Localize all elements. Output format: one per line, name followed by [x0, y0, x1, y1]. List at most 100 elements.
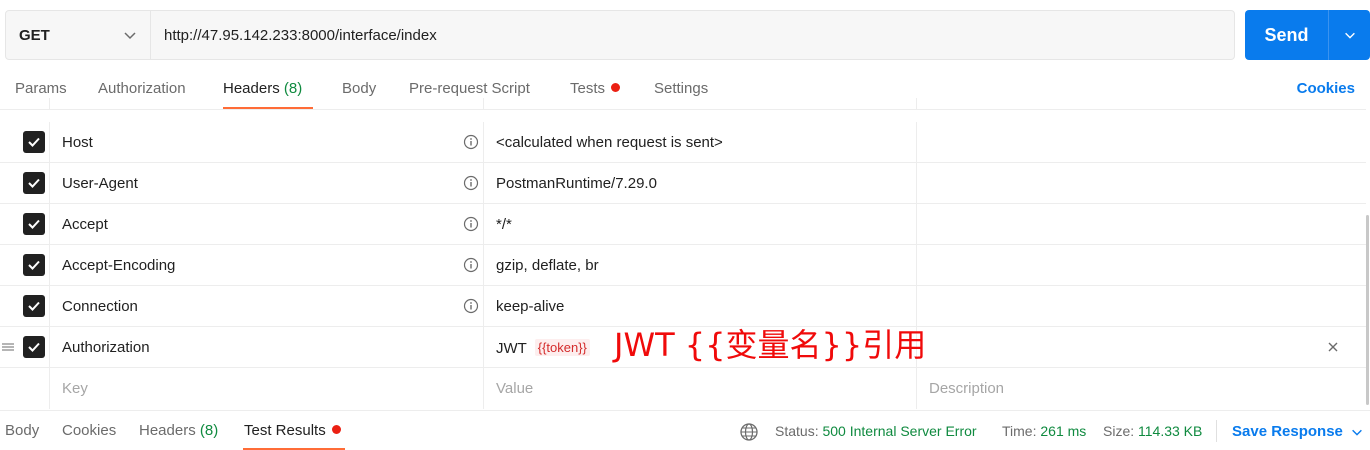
value-placeholder: Value	[496, 380, 534, 397]
description-cell[interactable]	[917, 163, 1366, 203]
response-tab-body[interactable]: Body	[5, 422, 39, 439]
close-icon[interactable]	[1326, 340, 1340, 354]
check-cell	[0, 204, 50, 244]
check-cell	[0, 245, 50, 285]
response-tab-headers-label: Headers	[139, 422, 196, 439]
table-row: Connection keep-alive	[0, 286, 1366, 327]
size-value[interactable]: 114.33 KB	[1138, 423, 1202, 439]
info-icon[interactable]	[463, 298, 479, 314]
tab-body[interactable]: Body	[342, 80, 376, 97]
key-cell	[50, 98, 484, 109]
tab-headers[interactable]: Headers (8)	[223, 80, 302, 97]
drag-handle-icon[interactable]	[1, 340, 15, 354]
scrollbar[interactable]	[1366, 215, 1369, 405]
key-cell[interactable]: Connection	[50, 286, 484, 326]
globe-icon[interactable]	[739, 422, 759, 442]
info-icon[interactable]	[463, 216, 479, 232]
method-label: GET	[19, 26, 50, 44]
response-bar: Body Cookies Headers (8) Test Results St…	[0, 410, 1370, 450]
checkmark-icon	[28, 219, 40, 229]
headers-table: Host <calculated when request is sent> U…	[0, 98, 1366, 410]
check-cell	[0, 286, 50, 326]
row-checkbox[interactable]	[23, 336, 45, 358]
tab-tests-label: Tests	[570, 80, 606, 97]
info-icon[interactable]	[463, 134, 479, 150]
key-cell[interactable]: Accept	[50, 204, 484, 244]
header-value: gzip, deflate, br	[496, 257, 599, 274]
checkmark-icon	[28, 301, 40, 311]
description-cell[interactable]	[917, 245, 1366, 285]
status-label: Status:	[775, 423, 819, 439]
header-value: keep-alive	[496, 298, 565, 315]
description-cell[interactable]	[917, 204, 1366, 244]
response-tab-headers[interactable]: Headers (8)	[139, 422, 218, 439]
header-key: Host	[62, 134, 93, 151]
value-cell[interactable]: */*	[484, 204, 917, 244]
response-tab-test-results[interactable]: Test Results	[244, 422, 341, 439]
header-value: JWT {{token}}	[496, 339, 590, 357]
url-input[interactable]: http://47.95.142.233:8000/interface/inde…	[151, 11, 1234, 59]
save-response-button[interactable]: Save Response	[1232, 423, 1343, 440]
info-icon[interactable]	[463, 257, 479, 273]
chevron-down-icon	[1344, 32, 1355, 39]
divider	[1216, 420, 1217, 442]
header-key: Authorization	[62, 339, 150, 356]
key-cell[interactable]: Accept-Encoding	[50, 245, 484, 285]
value-cell[interactable]: Value	[484, 368, 917, 409]
tab-tests[interactable]: Tests	[570, 80, 621, 97]
tab-params[interactable]: Params	[15, 80, 67, 97]
key-cell[interactable]: Authorization	[50, 327, 484, 367]
time-value[interactable]: 261 ms	[1040, 423, 1086, 439]
description-placeholder: Description	[929, 380, 1005, 397]
send-button[interactable]: Send	[1245, 10, 1329, 60]
key-cell[interactable]: Key	[50, 368, 484, 409]
header-value: <calculated when request is sent>	[496, 134, 723, 151]
value-cell[interactable]: gzip, deflate, br	[484, 245, 917, 285]
status-value[interactable]: 500 Internal Server Error	[822, 423, 976, 439]
description-cell[interactable]	[917, 327, 1366, 367]
description-cell[interactable]	[917, 286, 1366, 326]
key-placeholder: Key	[62, 380, 88, 397]
response-tab-cookies[interactable]: Cookies	[62, 422, 116, 439]
value-cell[interactable]: PostmanRuntime/7.29.0	[484, 163, 917, 203]
tab-authorization[interactable]: Authorization	[98, 80, 186, 97]
send-options-button[interactable]	[1329, 10, 1370, 60]
check-cell	[0, 122, 50, 162]
tab-headers-label: Headers	[223, 80, 280, 97]
value-cell[interactable]: <calculated when request is sent>	[484, 122, 917, 162]
row-checkbox[interactable]	[23, 295, 45, 317]
description-cell[interactable]	[917, 122, 1366, 162]
checkmark-icon	[28, 178, 40, 188]
chevron-down-icon	[124, 32, 136, 40]
response-tab-test-results-label: Test Results	[244, 422, 326, 439]
url-text: http://47.95.142.233:8000/interface/inde…	[164, 26, 437, 44]
cookies-link[interactable]: Cookies	[1297, 80, 1355, 97]
new-header-row: Key Value Description	[0, 368, 1366, 409]
tab-pre-request-script[interactable]: Pre-request Script	[409, 80, 530, 97]
row-checkbox[interactable]	[23, 131, 45, 153]
value-cell[interactable]: keep-alive	[484, 286, 917, 326]
table-row: Accept-Encoding gzip, deflate, br	[0, 245, 1366, 286]
header-key: Accept-Encoding	[62, 257, 176, 274]
table-row: Accept */*	[0, 204, 1366, 245]
method-select[interactable]: GET	[6, 11, 151, 59]
header-key: Connection	[62, 298, 138, 315]
variable-token[interactable]: {{token}}	[534, 339, 590, 356]
info-icon[interactable]	[463, 175, 479, 191]
table-row-partial	[0, 98, 1366, 110]
header-value-prefix: JWT	[496, 340, 527, 357]
chevron-down-icon[interactable]	[1350, 425, 1364, 439]
time-readout: Time: 261 ms	[1002, 423, 1086, 439]
tab-settings[interactable]: Settings	[654, 80, 708, 97]
table-row: Host <calculated when request is sent>	[0, 122, 1366, 163]
row-checkbox[interactable]	[23, 172, 45, 194]
key-cell[interactable]: User-Agent	[50, 163, 484, 203]
row-checkbox[interactable]	[23, 213, 45, 235]
key-cell[interactable]: Host	[50, 122, 484, 162]
description-cell[interactable]: Description	[917, 368, 1366, 409]
size-readout: Size: 114.33 KB	[1103, 423, 1202, 439]
request-url-bar: GET http://47.95.142.233:8000/interface/…	[5, 10, 1235, 60]
status-readout: Status: 500 Internal Server Error	[775, 423, 977, 439]
row-checkbox[interactable]	[23, 254, 45, 276]
tests-indicator-dot	[611, 83, 621, 92]
